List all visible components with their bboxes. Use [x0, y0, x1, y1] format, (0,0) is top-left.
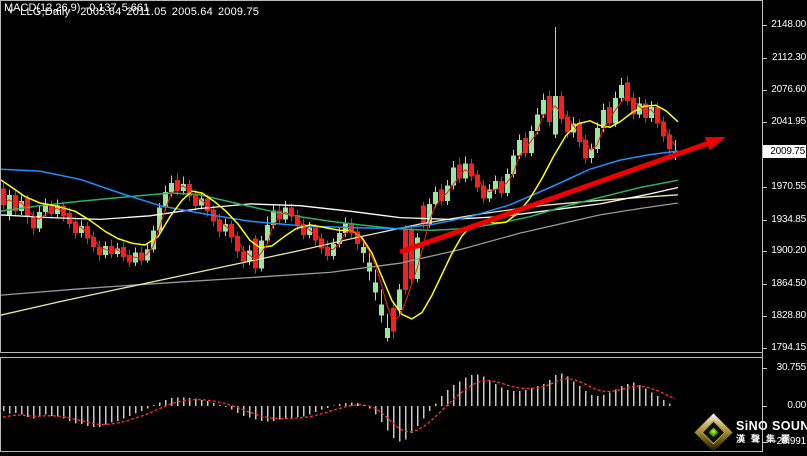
macd-main-value: -0.137: [85, 2, 117, 14]
low-value: 2005.64: [171, 6, 213, 18]
axis-label: 1828.80: [771, 310, 806, 321]
main-chart-canvas[interactable]: [1, 1, 761, 352]
axis-label: 0.00: [787, 400, 806, 411]
axis-label: 1900.20: [771, 245, 806, 256]
close-value: 2009.75: [217, 6, 260, 18]
axis-label: 1864.50: [771, 278, 806, 289]
axis-label: 2112.30: [771, 52, 806, 63]
axis-label: 2041.95: [771, 116, 806, 127]
axis-label: 1794.15: [771, 342, 806, 353]
axis-label: 2076.60: [771, 84, 806, 95]
axis-label: 2148.00: [771, 19, 806, 30]
logo-diamond-icon: [694, 412, 733, 452]
ma-gray: [1, 202, 679, 296]
axis-label: 1970.55: [771, 181, 806, 192]
trading-terminal-window: ▼ LLG,Daily 2005.64 2011.05 2005.64 2009.75 M…: [0, 0, 807, 456]
current-price-tag: 2009.75: [763, 145, 806, 158]
macd-name-label: MACD(12,26,9): [4, 2, 81, 14]
price-scale[interactable]: 2148.00 2112.30 2076.60 2041.95 1970.55 1934.…: [762, 0, 807, 456]
trend-arrow-head: [704, 137, 726, 151]
axis-label: 1934.85: [771, 214, 806, 225]
main-chart-panel: [0, 0, 762, 353]
ma-khaki: [1, 194, 679, 316]
macd-signal-value: 5.661: [121, 2, 150, 14]
macd-indicator-panel: [0, 357, 762, 452]
axis-label: 30.755: [776, 362, 807, 373]
macd-canvas[interactable]: [1, 358, 761, 451]
macd-title: MACD(12,26,9) -0.137 5.661: [4, 2, 154, 14]
axis-label: -28.991: [773, 436, 806, 447]
